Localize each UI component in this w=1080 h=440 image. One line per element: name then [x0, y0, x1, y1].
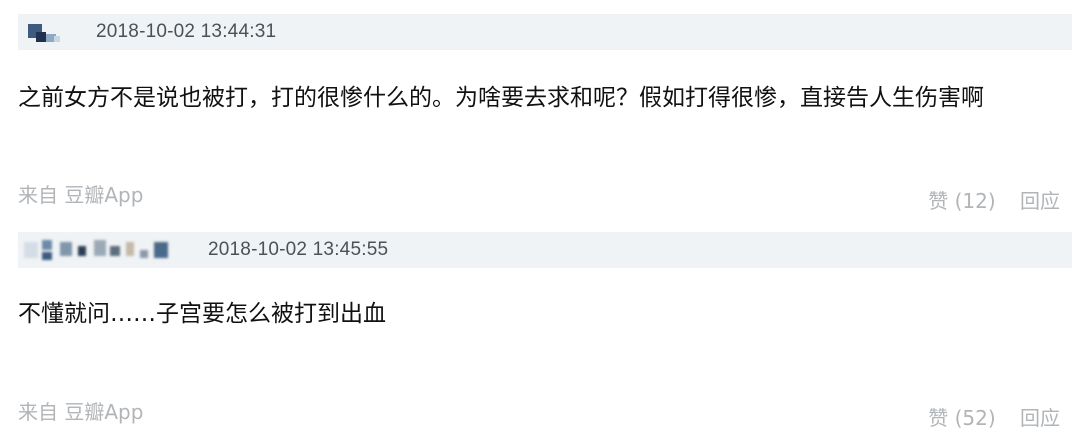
comment-header: 2018-10-02 13:44:31 — [18, 14, 1072, 50]
comment-actions: 赞 (52) 回应 — [928, 404, 1060, 432]
comment-header: 2018-10-02 13:45:55 — [18, 232, 1072, 268]
pixelated-avatar-icon[interactable] — [24, 22, 64, 44]
comment-text: 之前女方不是说也被打，打的很惨什么的。为啥要去求和呢？假如打得很惨，直接告人生伤… — [18, 85, 984, 111]
comment-timestamp: 2018-10-02 13:45:55 — [208, 239, 389, 260]
like-button[interactable]: 赞 (12) — [928, 187, 995, 215]
blurred-username[interactable] — [22, 236, 182, 264]
reply-button[interactable]: 回应 — [1020, 404, 1060, 432]
comment-timestamp: 2018-10-02 13:44:31 — [96, 21, 277, 42]
comment-source: 来自 豆瓣App — [18, 400, 144, 424]
reply-button[interactable]: 回应 — [1020, 187, 1060, 215]
comment-source: 来自 豆瓣App — [18, 183, 144, 207]
comment-actions: 赞 (12) 回应 — [928, 187, 1060, 215]
comment-text: 不懂就问……子宫要怎么被打到出血 — [18, 301, 386, 327]
like-button[interactable]: 赞 (52) — [928, 404, 995, 432]
